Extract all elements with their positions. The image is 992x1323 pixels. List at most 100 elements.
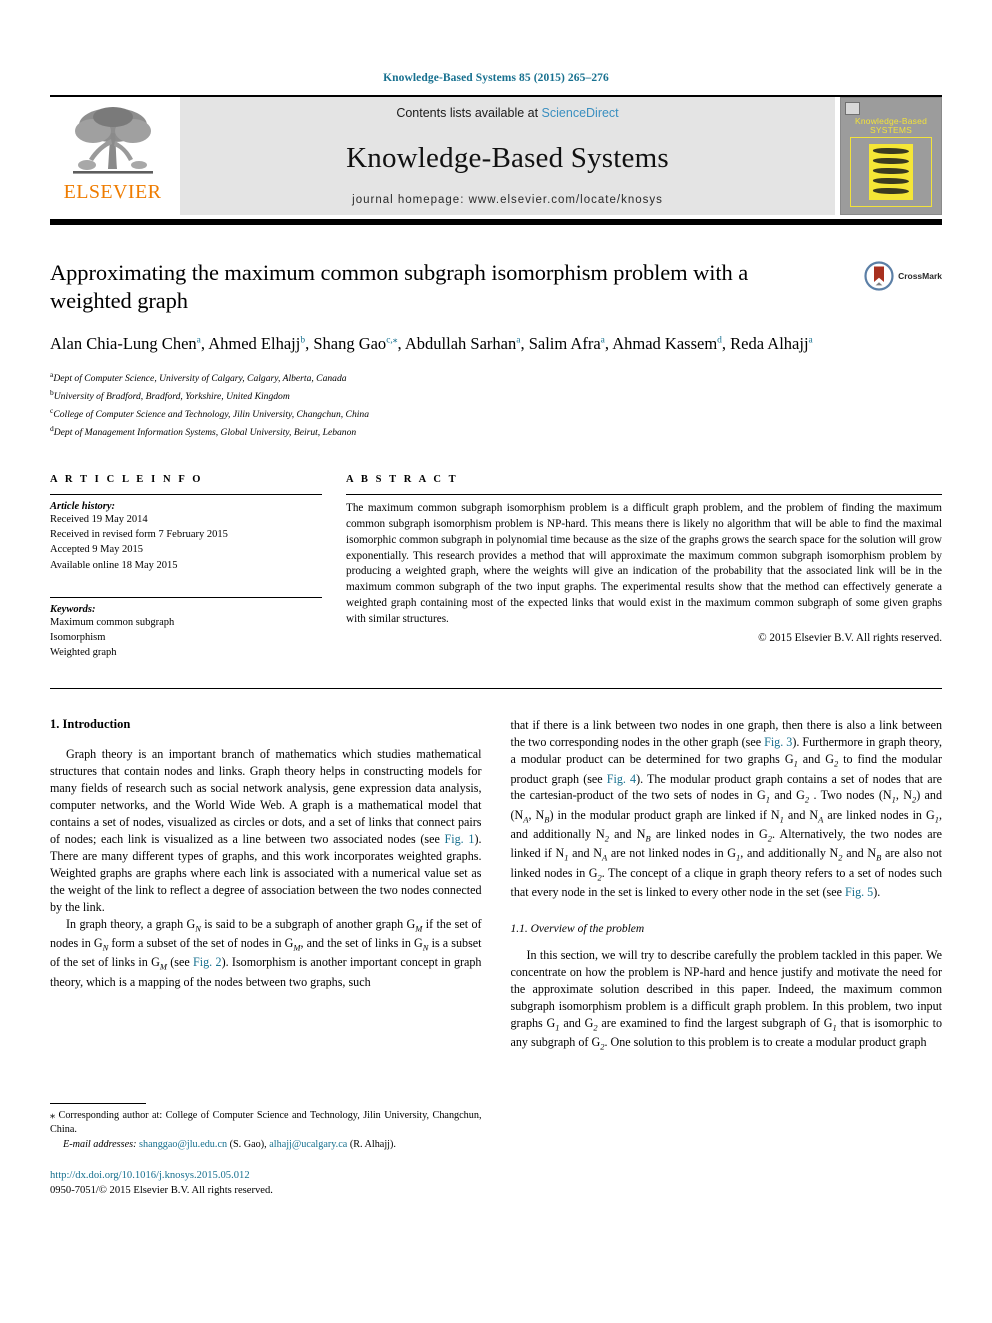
footnote-area: ⁎ Corresponding author at: College of Co… [50,1102,482,1199]
crossmark-badge[interactable]: CrossMark [864,261,942,291]
paragraph-text: is said to be a subgraph of another grap… [200,916,416,931]
journal-homepage-line[interactable]: journal homepage: www.elsevier.com/locat… [352,194,663,206]
corresponding-author-text: Corresponding author at: College of Comp… [50,1109,482,1135]
abstract-rule [346,493,942,495]
keywords-rule [50,596,322,598]
author-name: Salim Afra [528,334,601,354]
abstract-column: A B S T R A C T The maximum common subgr… [346,474,942,661]
affiliation-text: University of Bradford, Bradford, Yorksh… [53,390,290,402]
paragraph-text: . One solution to this problem is to cre… [604,1034,927,1049]
paragraph: Graph theory is an important branch of m… [50,746,482,915]
affiliation-list: aDept of Computer Science, University of… [50,369,822,441]
paragraph-text: are linked nodes in G [650,827,768,842]
paragraph-text: , and additionally N [740,846,839,861]
author-affiliation-mark: a [808,335,813,346]
figure-link-fig5[interactable]: Fig. 5 [845,885,873,899]
author-name: Alan Chia-Lung Chen [50,334,197,354]
body-right-column: that if there is a link between two node… [511,717,943,1198]
history-item: Received 19 May 2014 [50,513,148,525]
paragraph-text: are examined to find the largest subgrap… [597,1015,833,1030]
footnote-rule [50,1102,146,1104]
paragraph-text: (see [166,955,194,970]
paragraph: In graph theory, a graph GN is said to b… [50,916,482,991]
paragraph-text: ) in the modular product graph are linke… [549,807,780,822]
abstract-heading: A B S T R A C T [346,473,459,485]
paragraph-text: Graph theory is an important branch of m… [50,747,482,846]
keyword-item: Isomorphism [50,631,106,643]
paragraph-text: , N [528,807,545,822]
figure-link-fig3[interactable]: Fig. 3 [764,735,792,749]
journal-band: Contents lists available at ScienceDirec… [180,97,835,215]
email-owner-1: (S. Gao), [227,1139,270,1151]
paragraph-text: and N [568,846,602,861]
keywords-label: Keywords: [50,603,96,615]
running-head: Knowledge-Based Systems 85 (2015) 265–27… [383,72,609,84]
affiliation-item: cCollege of Computer Science and Technol… [50,405,822,423]
paragraph-text: , and the set of links in G [300,935,423,950]
abstract-text: The maximum common subgraph isomorphism … [346,501,942,626]
paragraph-text: and N [609,827,646,842]
subscript: M [159,961,167,972]
author-item: Alan Chia-Lung Chena, [50,334,208,353]
affiliation-item: dDept of Management Information Systems,… [50,423,822,441]
paragraph-text: and N [842,846,877,861]
paragraph-text: and N [783,807,819,822]
author-item: Salim Afraa, [529,334,613,353]
cover-title-line2: SYSTEMS [869,124,913,135]
corresponding-author-note: ⁎ Corresponding author at: College of Co… [50,1109,482,1138]
affiliation-item: bUniversity of Bradford, Bradford, Yorks… [50,387,822,405]
sciencedirect-link[interactable]: ScienceDirect [542,106,619,120]
body-left-column: 1. Introduction Graph theory is an impor… [50,717,482,1198]
figure-link-fig1[interactable]: Fig. 1 [445,832,475,846]
doi-link[interactable]: http://dx.doi.org/10.1016/j.knosys.2015.… [50,1168,482,1183]
email-label: E-mail addresses: [63,1139,137,1151]
paragraph-text: , N [895,788,912,803]
title-block: Approximating the maximum common subgrap… [50,259,942,441]
email-note: E-mail addresses: shanggao@jlu.edu.cn (S… [50,1138,482,1152]
figure-link-fig4[interactable]: Fig. 4 [607,772,636,786]
paragraph: that if there is a link between two node… [511,717,943,900]
article-info-heading: A R T I C L E I N F O [50,473,204,485]
article-first-page: Knowledge-Based Systems 85 (2015) 265–27… [0,0,992,1323]
contents-prefix: Contents lists available at [396,106,542,120]
history-item: Received in revised form 7 February 2015 [50,529,228,541]
elsevier-tree-icon [72,107,153,174]
crossmark-label: CrossMark [898,271,942,281]
email-owner-2: (R. Alhajj). [347,1139,396,1151]
author-name: Ahmad Kassem [612,334,718,354]
author-item: Ahmed Elhajjb, [208,334,313,353]
body-divider [50,688,942,690]
journal-cover-thumbnail: Knowledge-Based SYSTEMS [840,97,942,215]
email-link-2[interactable]: alhajj@ucalgary.ca [269,1139,347,1150]
keywords-block: Keywords: Maximum common subgraph Isomor… [50,596,322,661]
affiliation-text: Dept of Management Information Systems, … [53,427,357,438]
affiliation-item: aDept of Computer Science, University of… [50,369,822,387]
journal-title: Knowledge-Based Systems [346,141,669,174]
abstract-copyright: © 2015 Elsevier B.V. All rights reserved… [758,632,942,645]
keyword-item: Weighted graph [50,647,117,659]
subsection-heading-overview: 1.1. Overview of the problem [510,922,645,935]
cover-frame [850,136,932,207]
paragraph: In this section, we will try to describe… [511,947,943,1053]
elsevier-logo: ELSEVIER [50,97,175,215]
email-link-1[interactable]: shanggao@jlu.edu.cn [139,1139,227,1150]
figure-link-fig2[interactable]: Fig. 2 [193,955,222,969]
paragraph-text: In graph theory, a graph G [66,916,196,931]
author-name: Abdullah Sarhan [404,334,517,354]
paragraph-text: and G [797,752,834,767]
page-title: Approximating the maximum common subgrap… [50,260,749,314]
elsevier-wordmark: ELSEVIER [63,181,162,203]
author-item: Abdullah Sarhana, [405,334,529,353]
author-separator: , [520,334,529,354]
author-affiliation-mark: c,⁎ [386,335,398,346]
body-columns: 1. Introduction Graph theory is an impor… [50,717,942,1198]
author-item: Reda Alhajja [730,334,813,353]
affiliation-text: Dept of Computer Science, University of … [53,372,347,384]
history-item: Accepted 9 May 2015 [50,544,144,556]
paragraph-text: ). [873,884,881,899]
masthead-divider [50,219,942,225]
paragraph-text: are linked nodes in G [823,807,935,822]
author-separator: , [397,334,405,354]
issn-copyright-line: 0950-7051/© 2015 Elsevier B.V. All right… [50,1185,273,1197]
article-info-column: A R T I C L E I N F O Article history: R… [50,474,322,661]
